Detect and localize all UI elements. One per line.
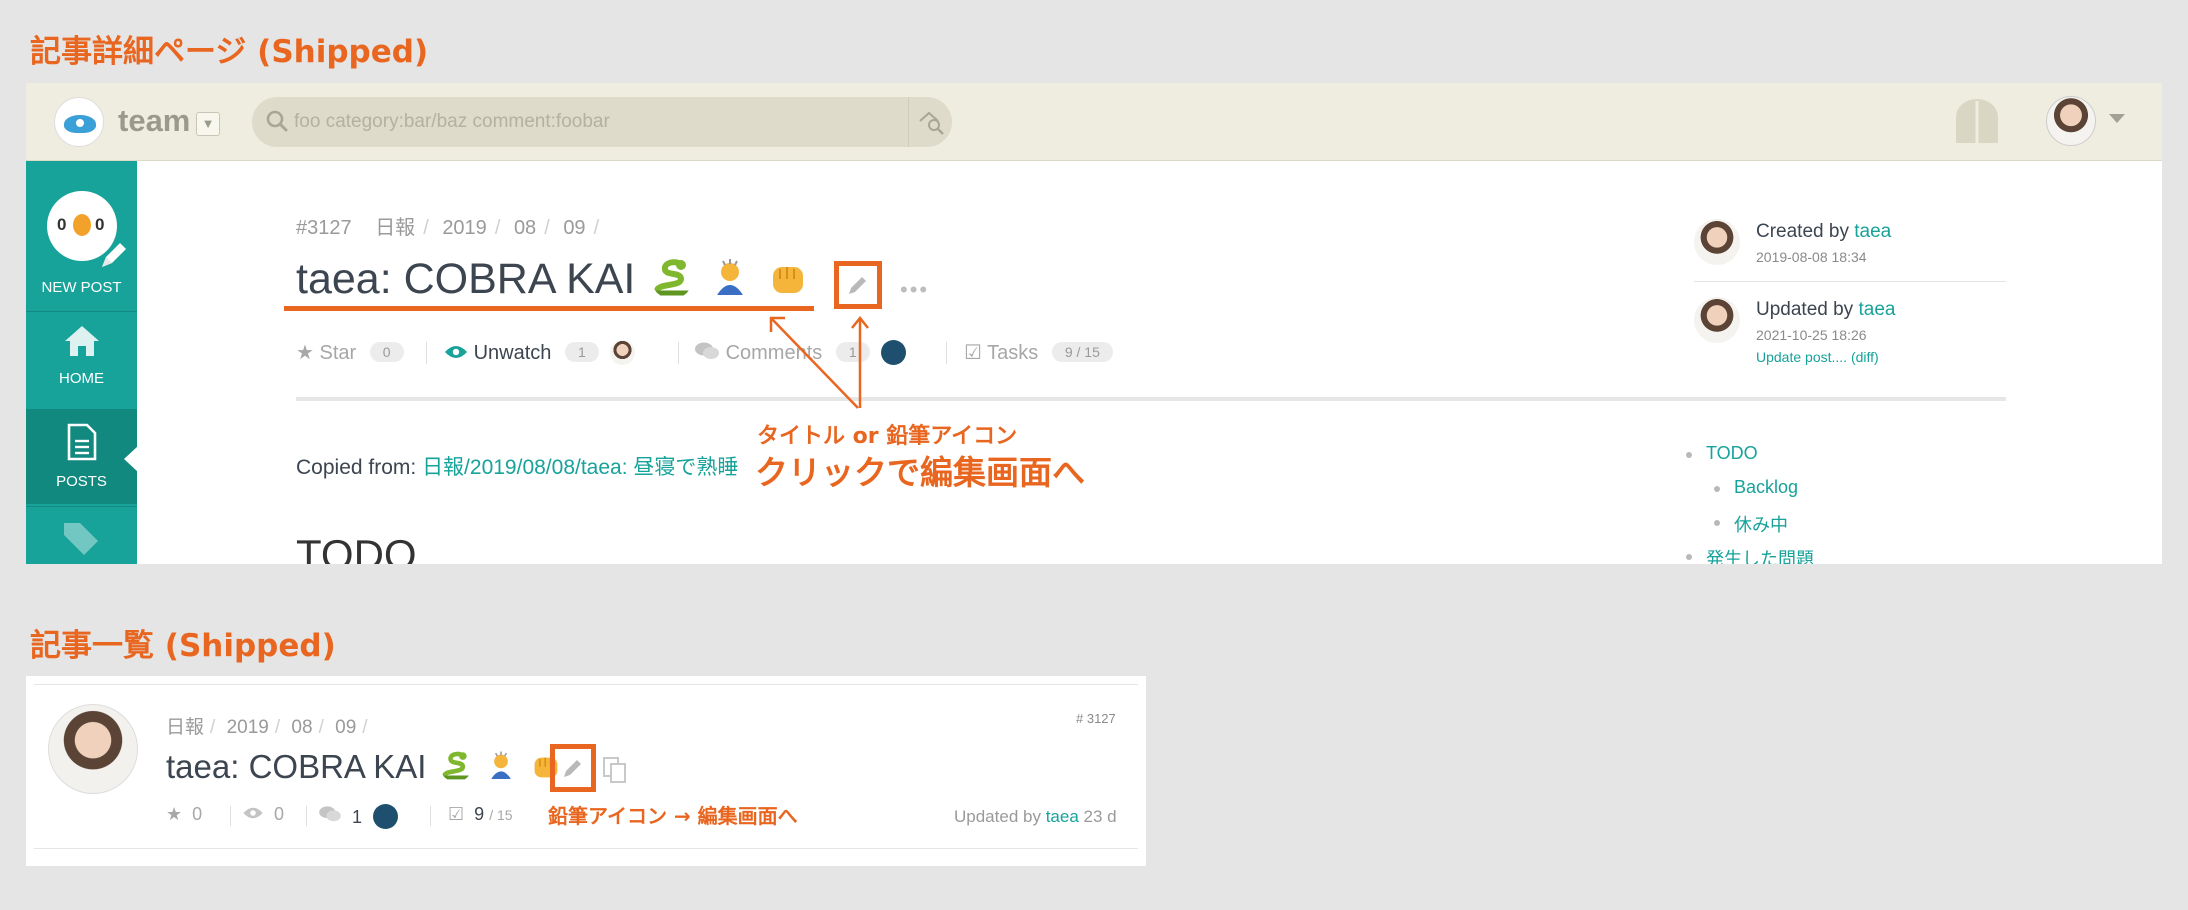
- watch-count: 0: [274, 804, 285, 824]
- star-icon: ★: [166, 804, 183, 824]
- breadcrumb-item[interactable]: 09: [335, 717, 356, 738]
- updated-user-link[interactable]: taea: [1046, 807, 1079, 826]
- copy-icon[interactable]: [602, 756, 628, 784]
- list-breadcrumb: 日報/ 2019/ 08/ 09/: [166, 717, 368, 738]
- updated-info: Updated by taea 23 d: [954, 807, 1117, 827]
- star-stat[interactable]: ★ 0: [166, 804, 202, 825]
- tasks-stat[interactable]: ☑ 9 / 15: [448, 804, 513, 825]
- updated-prefix: Updated by: [954, 807, 1041, 826]
- edit-pencil-highlight[interactable]: [550, 744, 596, 792]
- list-post-title[interactable]: taea: COBRA KAI: [166, 748, 562, 786]
- eye-icon: [243, 807, 263, 819]
- list-section-title: 記事一覧 (Shipped): [30, 628, 336, 664]
- comments-icon: [319, 806, 341, 822]
- updated-ago: 23 d: [1083, 807, 1117, 826]
- row-divider: [34, 684, 1138, 685]
- divider: [430, 806, 431, 826]
- watch-stat[interactable]: 0: [242, 804, 284, 825]
- tasks-total: / 15: [489, 807, 513, 823]
- post-title-text[interactable]: taea: COBRA KAI: [166, 748, 426, 785]
- breadcrumb-item[interactable]: 2019: [227, 717, 269, 738]
- comments-count: 1: [352, 807, 363, 827]
- breadcrumb-item[interactable]: 08: [291, 717, 312, 738]
- checkbox-icon: ☑: [448, 804, 465, 824]
- post-number: # 3127: [1076, 711, 1116, 726]
- star-count: 0: [192, 804, 203, 824]
- author-avatar[interactable]: [48, 704, 138, 794]
- divider: [230, 806, 231, 826]
- snake-emoji-icon: [440, 751, 471, 780]
- annotation-main: クリックで編集画面へ: [755, 453, 1085, 492]
- tasks-done: 9: [474, 804, 485, 824]
- row-divider: [34, 848, 1138, 849]
- breadcrumb-item[interactable]: 日報: [166, 717, 204, 738]
- commenter-avatar[interactable]: [373, 804, 399, 829]
- pencil-icon[interactable]: [562, 757, 584, 779]
- comments-stat[interactable]: 1: [318, 804, 399, 829]
- person-bowing-emoji-icon: [490, 751, 511, 779]
- divider: [306, 806, 307, 826]
- list-annotation: 鉛筆アイコン → 編集画面へ: [548, 804, 798, 828]
- post-list-screenshot: 日報/ 2019/ 08/ 09/ taea: COBRA KAI ★ 0 0 …: [26, 676, 1146, 866]
